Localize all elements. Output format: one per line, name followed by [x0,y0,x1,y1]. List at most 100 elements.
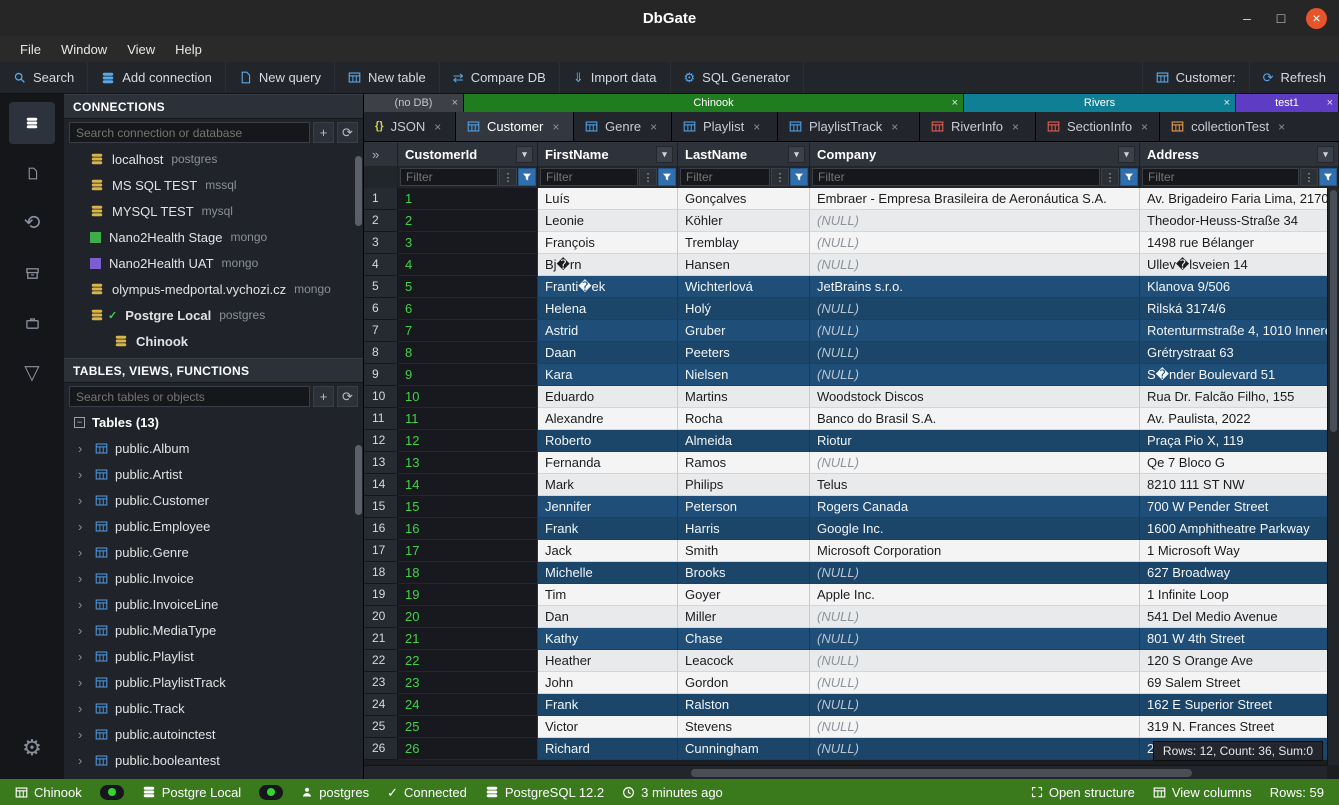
cell-customerid[interactable]: 10 [398,386,538,408]
cell-lastname[interactable]: Martins [678,386,810,408]
cell-customerid[interactable]: 9 [398,364,538,386]
row-number[interactable]: 25 [364,716,398,738]
iconbar-settings[interactable]: ⚙ [9,727,55,769]
cell-address[interactable]: Rotenturmstraße 4, 1010 Innere Stadt [1140,320,1339,342]
cell-company[interactable]: (NULL) [810,320,1140,342]
cell-company[interactable]: (NULL) [810,672,1140,694]
cell-address[interactable]: Av. Paulista, 2022 [1140,408,1339,430]
cell-customerid[interactable]: 19 [398,584,538,606]
status-open-structure[interactable]: Open structure [1022,785,1144,800]
connection-olympus-medportal-vychozi-cz[interactable]: olympus-medportal.vychozi.czmongo [64,276,363,302]
cell-address[interactable]: 120 S Orange Ave [1140,650,1339,672]
row-number[interactable]: 19 [364,584,398,606]
row-number[interactable]: 6 [364,298,398,320]
tables-group-row[interactable]: − Tables (13) [64,410,363,435]
cell-firstname[interactable]: Eduardo [538,386,678,408]
row-number[interactable]: 16 [364,518,398,540]
tables-refresh-button[interactable]: ⟳ [337,386,358,407]
tab-close-icon[interactable]: × [552,120,559,134]
collapse-icon[interactable]: − [74,417,85,428]
cell-customerid[interactable]: 3 [398,232,538,254]
cell-address[interactable]: S�nder Boulevard 51 [1140,364,1339,386]
cell-company[interactable]: (NULL) [810,364,1140,386]
cell-lastname[interactable]: Goyer [678,584,810,606]
cell-lastname[interactable]: Peterson [678,496,810,518]
row-number[interactable]: 2 [364,210,398,232]
expand-chevron-icon[interactable]: › [78,727,88,742]
cell-customerid[interactable]: 1 [398,188,538,210]
cell-company[interactable]: (NULL) [810,694,1140,716]
open-database-chinook[interactable]: Chinook [64,328,363,354]
vertical-scrollbar-thumb[interactable] [1330,190,1337,432]
expand-chevron-icon[interactable]: › [78,571,88,586]
cell-company[interactable]: (NULL) [810,298,1140,320]
filter-input-lastname[interactable] [680,168,770,186]
cell-lastname[interactable]: Peeters [678,342,810,364]
db-group-no-db[interactable]: (no DB)× [364,94,464,112]
tab-collectiontest[interactable]: collectionTest× [1160,112,1339,141]
expand-chevron-icon[interactable]: › [78,519,88,534]
tab-playlisttrack[interactable]: PlaylistTrack× [778,112,920,141]
cell-customerid[interactable]: 18 [398,562,538,584]
column-dropdown-icon[interactable]: ▾ [1118,146,1135,163]
expand-chevron-icon[interactable]: › [78,753,88,768]
toolbar-import-data[interactable]: ⇓Import data [560,62,671,93]
tab-close-icon[interactable]: × [1012,120,1019,134]
cell-lastname[interactable]: Chase [678,628,810,650]
table-public-genre[interactable]: ›public.Genre [64,539,363,565]
cell-company[interactable]: (NULL) [810,606,1140,628]
cell-lastname[interactable]: Leacock [678,650,810,672]
row-number[interactable]: 23 [364,672,398,694]
cell-firstname[interactable]: Heather [538,650,678,672]
row-number[interactable]: 26 [364,738,398,760]
cell-lastname[interactable]: Ramos [678,452,810,474]
filter-funnel-icon[interactable] [1319,168,1337,186]
toolbar-compare-db[interactable]: ⇄Compare DB [440,62,560,93]
tab-close-icon[interactable]: × [753,120,760,134]
expand-chevron-icon[interactable]: › [78,675,88,690]
cell-firstname[interactable]: John [538,672,678,694]
tab-close-icon[interactable]: × [434,120,441,134]
cell-customerid[interactable]: 7 [398,320,538,342]
row-number[interactable]: 14 [364,474,398,496]
cell-lastname[interactable]: Wichterlová [678,276,810,298]
row-number[interactable]: 22 [364,650,398,672]
cell-customerid[interactable]: 6 [398,298,538,320]
cell-address[interactable]: Grétrystraat 63 [1140,342,1339,364]
filter-menu-icon[interactable]: ⋮ [1300,168,1318,186]
cell-company[interactable]: (NULL) [810,452,1140,474]
cell-lastname[interactable]: Almeida [678,430,810,452]
tab-close-icon[interactable]: × [1141,120,1148,134]
cell-company[interactable]: (NULL) [810,716,1140,738]
row-number[interactable]: 17 [364,540,398,562]
tables-search-input[interactable] [69,386,310,407]
filter-input-firstname[interactable] [540,168,638,186]
cell-firstname[interactable]: Frank [538,694,678,716]
db-group-close-icon[interactable]: × [1224,97,1230,109]
cell-firstname[interactable]: Jennifer [538,496,678,518]
cell-customerid[interactable]: 24 [398,694,538,716]
column-header-company[interactable]: Company▾ [810,142,1140,166]
expand-chevron-icon[interactable]: › [78,649,88,664]
cell-company[interactable]: (NULL) [810,210,1140,232]
menu-view[interactable]: View [117,39,165,60]
expand-chevron-icon[interactable]: › [78,493,88,508]
cell-address[interactable]: 8210 111 ST NW [1140,474,1339,496]
toolbar-customer[interactable]: Customer: [1142,62,1249,93]
cell-address[interactable]: Ullev�lsveien 14 [1140,254,1339,276]
cell-firstname[interactable]: Bj�rn [538,254,678,276]
cell-firstname[interactable]: Frank [538,518,678,540]
cell-address[interactable]: 1 Microsoft Way [1140,540,1339,562]
cell-firstname[interactable]: Alexandre [538,408,678,430]
iconbar-files[interactable] [9,152,55,194]
status-view-columns[interactable]: View columns [1144,785,1261,800]
cell-firstname[interactable]: Franti�ek [538,276,678,298]
cell-firstname[interactable]: Michelle [538,562,678,584]
column-header-firstname[interactable]: FirstName▾ [538,142,678,166]
db-group-close-icon[interactable]: × [952,97,958,109]
table-public-invoice[interactable]: ›public.Invoice [64,565,363,591]
filter-menu-icon[interactable]: ⋮ [499,168,517,186]
cell-company[interactable]: (NULL) [810,738,1140,760]
menu-window[interactable]: Window [51,39,117,60]
cell-company[interactable]: Rogers Canada [810,496,1140,518]
